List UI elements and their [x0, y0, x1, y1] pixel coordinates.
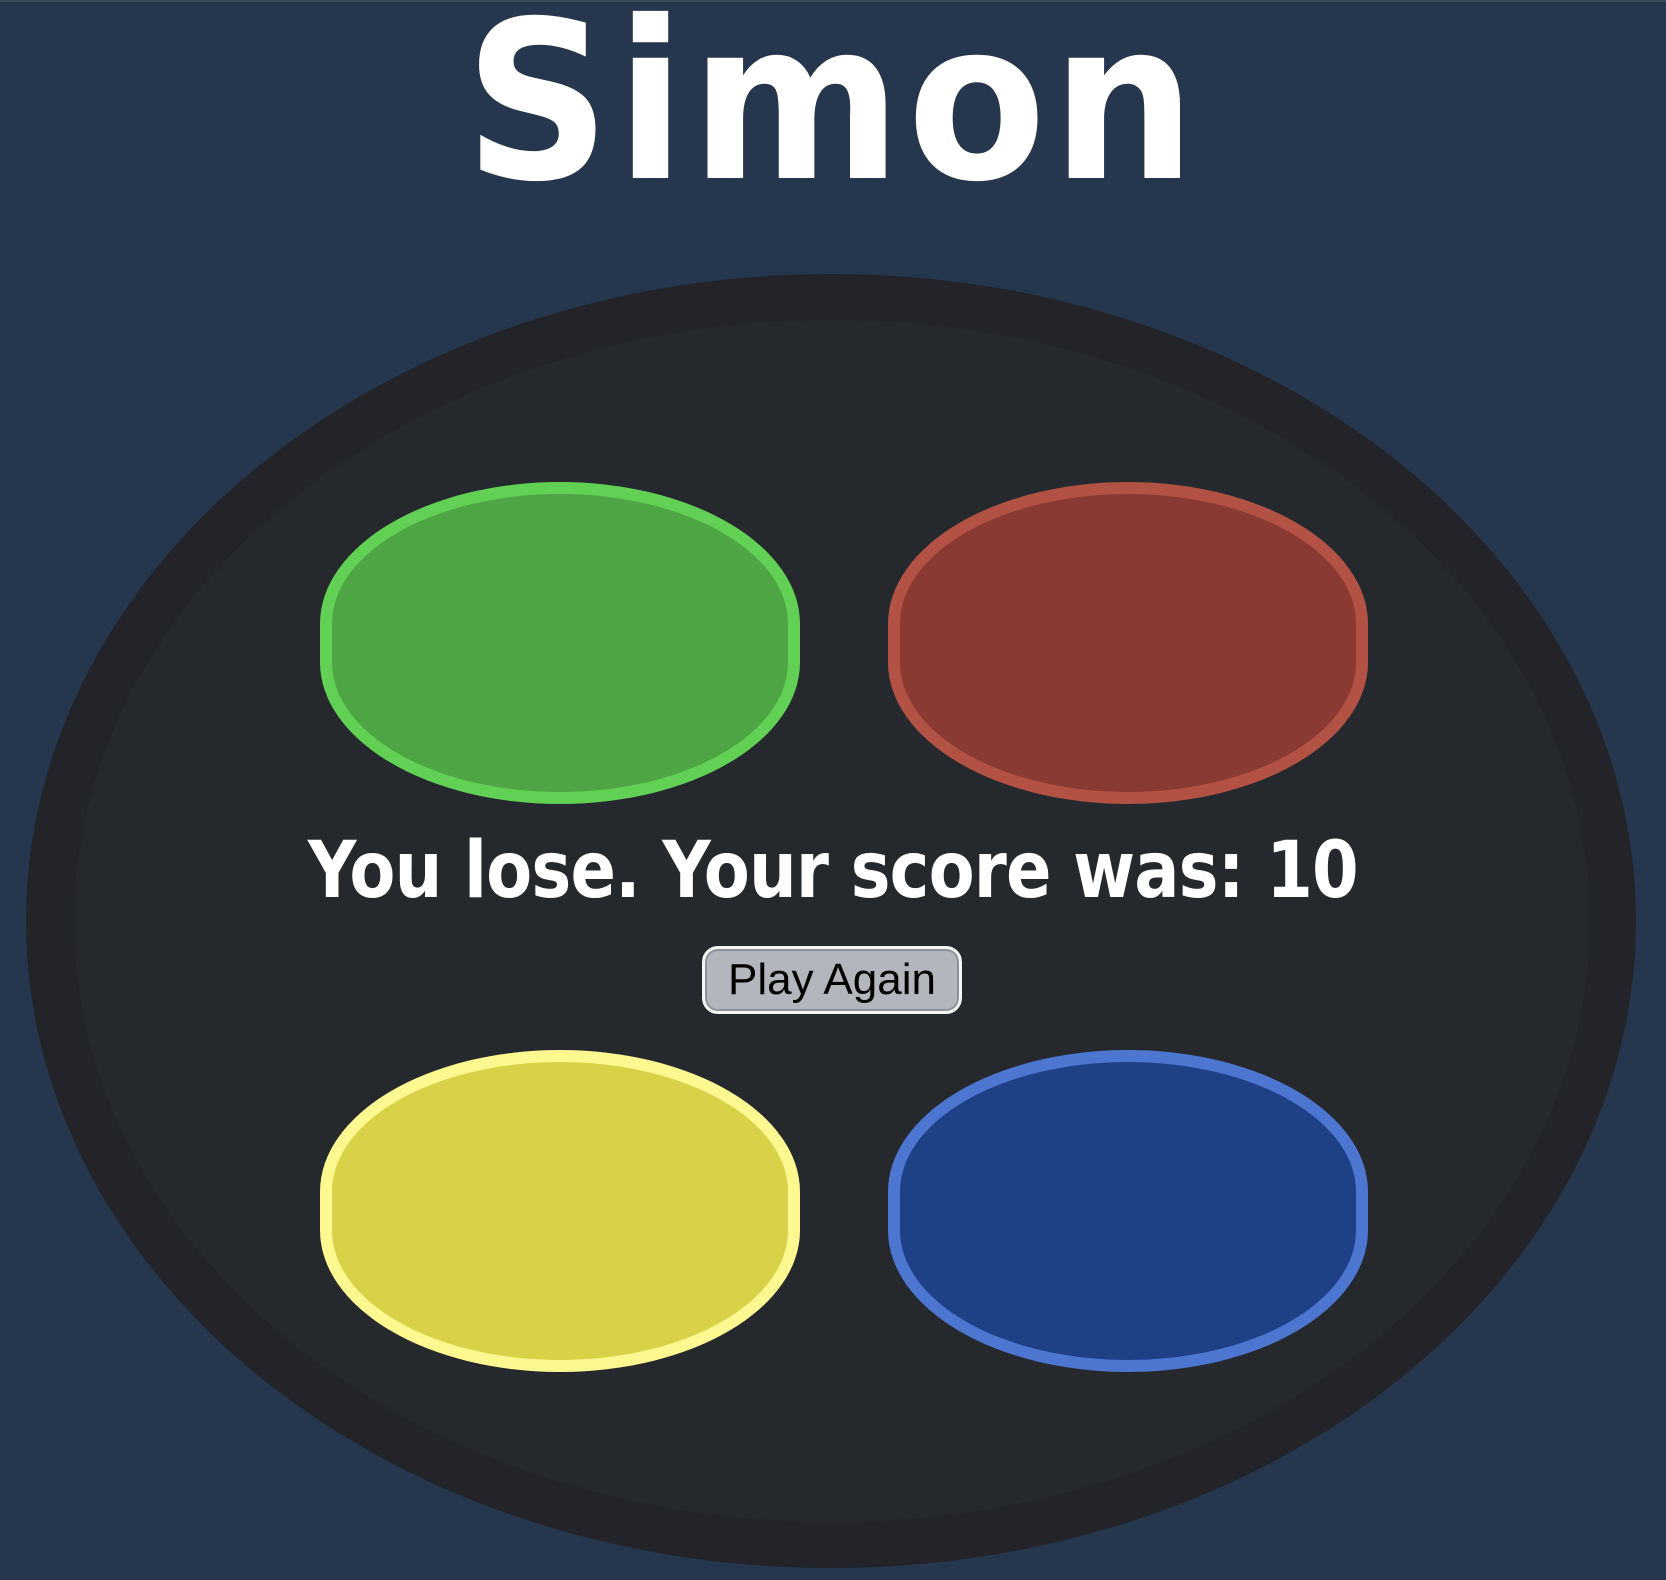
- game-title: Simon: [464, 0, 1202, 230]
- blue-pad-button[interactable]: [888, 1050, 1368, 1372]
- green-pad-button[interactable]: [320, 482, 800, 804]
- play-again-button[interactable]: Play Again: [702, 946, 962, 1014]
- yellow-pad-button[interactable]: [320, 1050, 800, 1372]
- red-pad-button[interactable]: [888, 482, 1368, 804]
- game-status-message: You lose. Your score was: 10: [307, 826, 1359, 916]
- simon-board-inner: [74, 320, 1590, 1522]
